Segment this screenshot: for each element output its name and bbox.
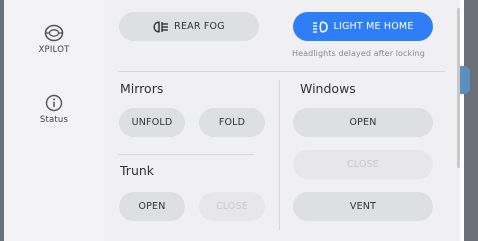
info-icon: [45, 94, 63, 112]
sidebar-item-label: Status: [39, 115, 69, 125]
mirrors-fold-button[interactable]: FOLD: [199, 108, 265, 137]
windows-vent-button[interactable]: VENT: [293, 192, 433, 221]
side-tab: [460, 66, 470, 94]
rear-fog-label: REAR FOG: [174, 21, 225, 32]
column-divider: [279, 80, 280, 230]
windows-open-button[interactable]: OPEN: [293, 108, 433, 137]
trunk-close-button[interactable]: CLOSE: [199, 192, 265, 221]
windows-title: Windows: [300, 81, 356, 96]
mirrors-title: Mirrors: [120, 81, 164, 96]
trunk-title: Trunk: [120, 163, 155, 178]
sidebar-item-label: XPILOT: [38, 45, 70, 55]
light-me-home-caption: Headlights delayed after locking: [292, 49, 425, 58]
headlight-icon: [312, 20, 329, 33]
rear-fog-button[interactable]: REAR FOG: [119, 12, 259, 41]
section-divider: [118, 154, 254, 155]
trunk-open-button[interactable]: OPEN: [119, 192, 185, 221]
windows-close-button[interactable]: CLOSE: [293, 150, 433, 179]
rear-fog-icon: [153, 20, 169, 33]
section-divider: [118, 71, 445, 72]
steering-wheel-icon: [44, 24, 64, 42]
light-me-home-button[interactable]: LIGHT ME HOME: [293, 12, 433, 41]
light-me-home-label: LIGHT ME HOME: [333, 21, 414, 32]
sidebar: XPILOT Status: [4, 0, 104, 241]
window-frame-right: [464, 0, 478, 241]
sidebar-item-xpilot[interactable]: XPILOT: [4, 24, 104, 55]
mirrors-unfold-button[interactable]: UNFOLD: [119, 108, 185, 137]
sidebar-item-status[interactable]: Status: [4, 94, 104, 125]
